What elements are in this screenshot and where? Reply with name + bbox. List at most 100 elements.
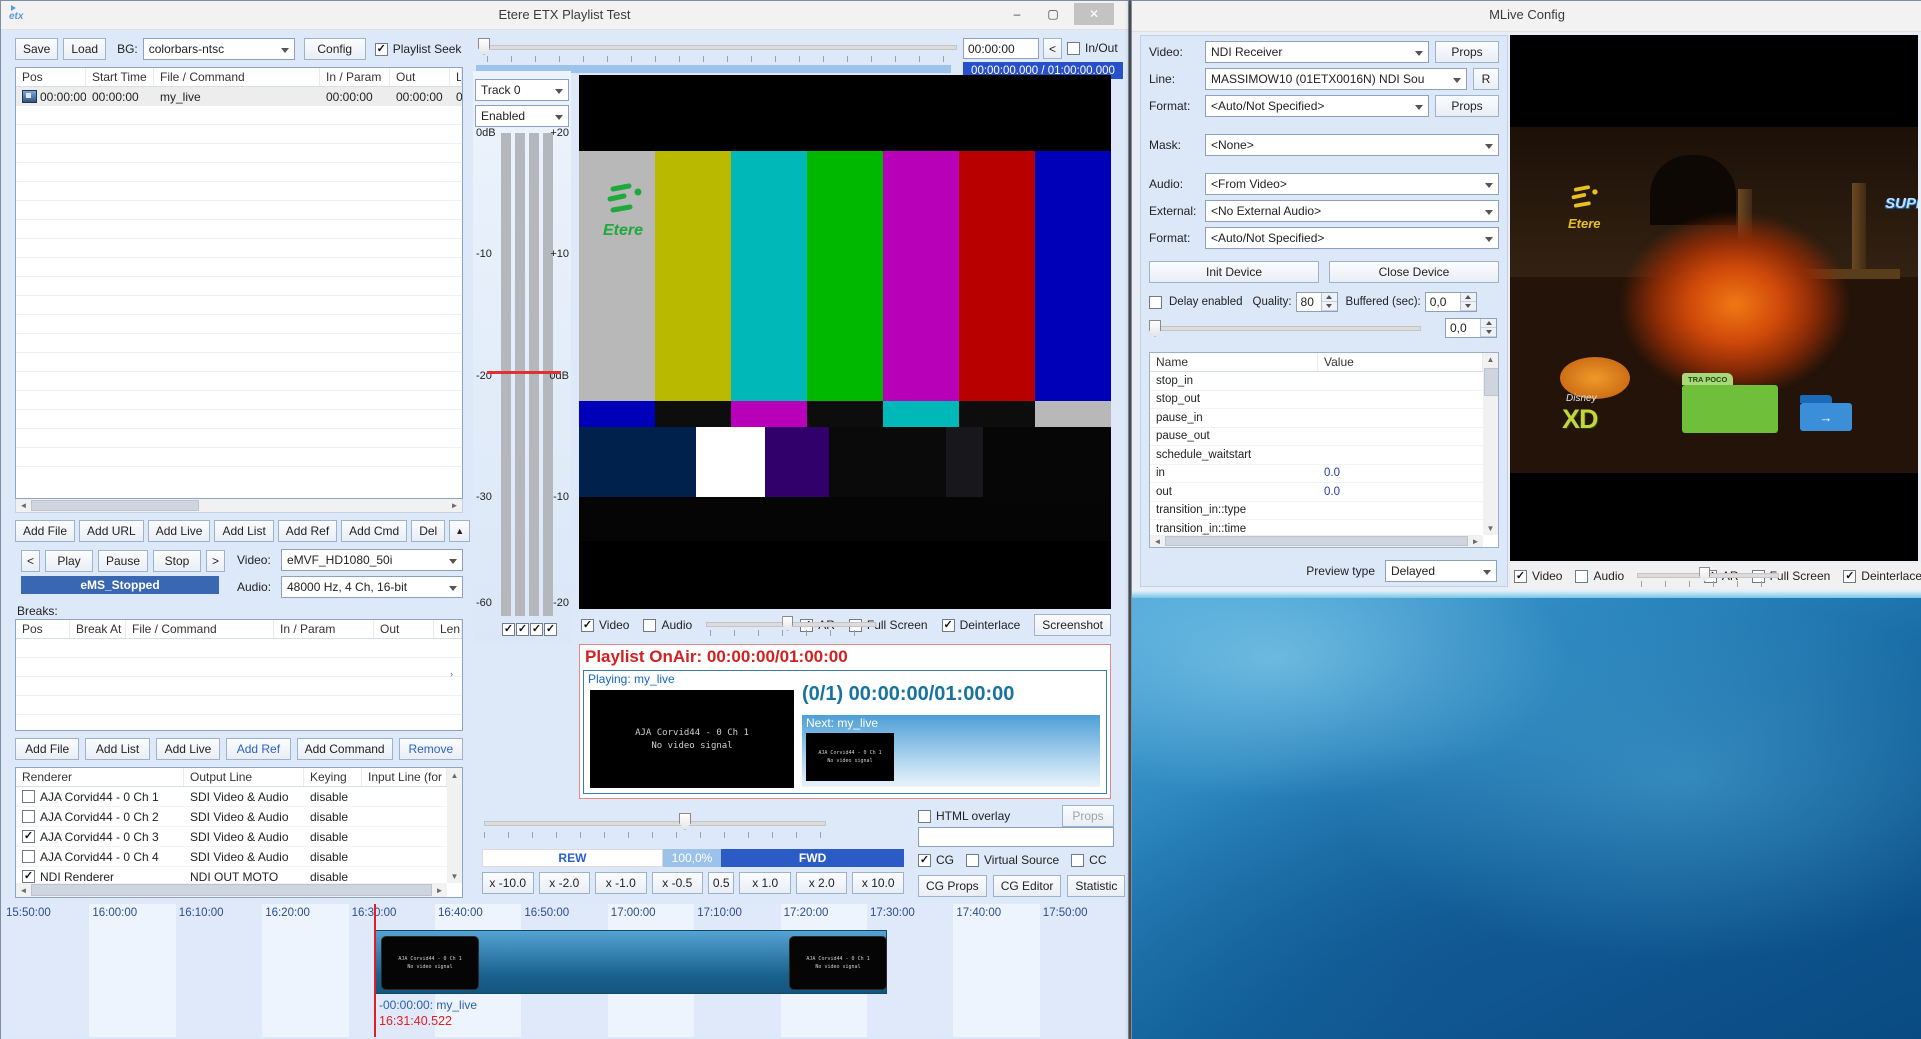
playlist-button-del[interactable]: Del bbox=[411, 520, 445, 542]
inout-checkbox[interactable] bbox=[1067, 42, 1080, 55]
schedule-timeline[interactable]: 15:50:0016:00:0016:10:0016:20:0016:30:00… bbox=[3, 904, 1126, 1037]
rw-titlebar[interactable]: MLive Config bbox=[1132, 1, 1921, 32]
scroll-down-icon[interactable]: ▼ bbox=[1483, 522, 1498, 535]
form-dropdown-3[interactable]: <None> bbox=[1205, 134, 1499, 156]
scroll-down-icon[interactable]: ▼ bbox=[447, 869, 462, 883]
scroll-up-icon[interactable]: ▲ bbox=[447, 768, 462, 782]
fwd-segment[interactable]: FWD bbox=[721, 849, 904, 867]
close-icon[interactable]: ✕ bbox=[1074, 3, 1114, 25]
init-device-button[interactable]: Init Device bbox=[1149, 261, 1319, 283]
form-dropdown-0[interactable]: NDI Receiver bbox=[1205, 41, 1429, 63]
scroll-right-icon[interactable]: ► bbox=[447, 499, 462, 512]
preview-video-checkbox[interactable]: ✓ bbox=[1514, 570, 1527, 583]
playlist-row[interactable]: 00:00:0000:00:00my_live00:00:0000:00:000… bbox=[16, 87, 462, 106]
audio-format-dropdown[interactable]: 48000 Hz, 4 Ch, 16-bit bbox=[281, 576, 463, 598]
renderer-row[interactable]: ✓NDI RendererNDI OUT MOTOdisable bbox=[16, 867, 447, 883]
renderer-row[interactable]: ✓AJA Corvid44 - 0 Ch 3SDI Video & Audiod… bbox=[16, 827, 447, 847]
enabled-dropdown[interactable]: Enabled bbox=[475, 105, 569, 127]
scroll-right-icon[interactable]: ► bbox=[1468, 535, 1483, 547]
scroll-up-icon[interactable]: ▲ bbox=[1483, 353, 1498, 366]
renderer-checkbox[interactable]: ✓ bbox=[22, 830, 35, 843]
playlist-button-add-ref[interactable]: Add Ref bbox=[278, 520, 337, 542]
scroll-thumb[interactable] bbox=[31, 500, 199, 510]
renderer-vscrollbar[interactable]: ▲ ▼ bbox=[447, 768, 462, 883]
playlist-button-add-live[interactable]: Add Live bbox=[148, 520, 211, 542]
cg-editor-button[interactable]: CG Editor bbox=[993, 875, 1062, 897]
grid-hscrollbar[interactable]: ◄ ► bbox=[1150, 535, 1483, 547]
load-button[interactable]: Load bbox=[63, 38, 106, 60]
audio-checkbox[interactable] bbox=[643, 619, 656, 632]
cg-text-input[interactable] bbox=[918, 827, 1114, 847]
maximize-icon[interactable]: ▢ bbox=[1038, 3, 1068, 25]
minimize-icon[interactable]: – bbox=[1002, 3, 1032, 25]
playlist-table[interactable]: PosStart TimeFile / CommandIn / ParamOut… bbox=[15, 67, 463, 499]
statistic-button[interactable]: Statistic bbox=[1067, 875, 1125, 897]
preview-type-dropdown[interactable]: Delayed bbox=[1385, 560, 1497, 582]
prev-button[interactable]: < bbox=[21, 550, 40, 572]
delay-stepper[interactable]: 0,0 bbox=[1445, 318, 1497, 338]
grid-vscrollbar[interactable]: ▲ ▼ bbox=[1483, 353, 1498, 535]
breaks-button-add-file[interactable]: Add File bbox=[15, 738, 79, 760]
next-button[interactable]: > bbox=[206, 550, 225, 572]
deinterlace-checkbox[interactable]: ✓ bbox=[942, 619, 955, 632]
cc-checkbox[interactable] bbox=[1071, 854, 1084, 867]
speed-button-10.0[interactable]: x -10.0 bbox=[482, 872, 534, 894]
shuttle-slider-track[interactable] bbox=[484, 821, 826, 826]
playlist-button-add-file[interactable]: Add File bbox=[15, 520, 75, 542]
grid-row[interactable]: pause_in bbox=[1150, 409, 1483, 428]
html-overlay-checkbox[interactable] bbox=[918, 810, 931, 823]
playlist-button-add-url[interactable]: Add URL bbox=[79, 520, 144, 542]
renderer-hscrollbar[interactable]: ◄ ► bbox=[16, 883, 447, 897]
preview-deinterlace-checkbox[interactable]: ✓ bbox=[1843, 570, 1856, 583]
playlist-cell-1[interactable]: 00:00:00 bbox=[86, 87, 154, 106]
seek-slider-track[interactable] bbox=[487, 45, 957, 50]
renderer-row[interactable]: AJA Corvid44 - 0 Ch 2SDI Video & Audiodi… bbox=[16, 807, 447, 827]
channel-3-checkbox[interactable]: ✓ bbox=[530, 623, 543, 636]
grid-row[interactable]: stop_out bbox=[1150, 391, 1483, 410]
row-up-button[interactable]: ▲ bbox=[449, 520, 470, 542]
live-video-preview[interactable]: Etere SUPE Disney XD TRA POCO → bbox=[1510, 35, 1918, 561]
scroll-thumb[interactable] bbox=[1484, 368, 1499, 396]
channel-2-checkbox[interactable]: ✓ bbox=[516, 623, 529, 636]
renderer-checkbox[interactable] bbox=[22, 790, 35, 803]
grid-row[interactable]: pause_out bbox=[1150, 428, 1483, 447]
speed-button-10.0[interactable]: x 10.0 bbox=[852, 872, 904, 894]
scroll-right-icon[interactable]: ► bbox=[432, 883, 447, 897]
grid-row[interactable]: in0.0 bbox=[1150, 465, 1483, 484]
playlist-button-add-cmd[interactable]: Add Cmd bbox=[341, 520, 407, 542]
playlist-cell-5[interactable]: 01:0 bbox=[450, 87, 462, 106]
speed-button-1.0[interactable]: x -1.0 bbox=[595, 872, 647, 894]
renderer-table[interactable]: RendererOutput LineKeyingInput Line (for… bbox=[15, 767, 463, 898]
delay-slider-track[interactable] bbox=[1151, 326, 1421, 331]
video-checkbox[interactable]: ✓ bbox=[581, 619, 594, 632]
breaks-button-add-list[interactable]: Add List bbox=[85, 738, 149, 760]
form-dropdown-4[interactable]: <From Video> bbox=[1205, 173, 1499, 195]
config-button[interactable]: Config bbox=[304, 38, 366, 60]
form-extra-button-1[interactable]: R bbox=[1473, 68, 1499, 90]
properties-grid[interactable]: NameValue stop_instop_outpause_inpause_o… bbox=[1149, 352, 1499, 548]
lw-titlebar[interactable]: etx Etere ETX Playlist Test – ▢ ✕ bbox=[1, 1, 1128, 30]
grid-row[interactable]: transition_in::type bbox=[1150, 502, 1483, 521]
grid-row[interactable]: out0.0 bbox=[1150, 483, 1483, 502]
seek-slider-thumb[interactable] bbox=[478, 38, 490, 55]
scroll-left-icon[interactable]: ◄ bbox=[16, 883, 31, 897]
grid-row[interactable]: schedule_waitstart bbox=[1150, 446, 1483, 465]
speed-button-2.0[interactable]: x 2.0 bbox=[796, 872, 848, 894]
save-button[interactable]: Save bbox=[15, 38, 58, 60]
preview-volume-slider[interactable] bbox=[1637, 565, 1691, 587]
delay-slider-thumb[interactable] bbox=[1149, 320, 1161, 337]
speed-button-1.0[interactable]: x 1.0 bbox=[739, 872, 791, 894]
screenshot-button[interactable]: Screenshot bbox=[1034, 614, 1111, 636]
playlist-cell-4[interactable]: 00:00:00 bbox=[390, 87, 450, 106]
renderer-checkbox[interactable] bbox=[22, 850, 35, 863]
virtual-source-checkbox[interactable] bbox=[966, 854, 979, 867]
renderer-row[interactable]: AJA Corvid44 - 0 Ch 1SDI Video & Audiodi… bbox=[16, 787, 447, 807]
close-device-button[interactable]: Close Device bbox=[1329, 261, 1499, 283]
preview-audio-checkbox[interactable] bbox=[1575, 570, 1588, 583]
time-back-button[interactable]: < bbox=[1043, 38, 1062, 59]
playlist-cell-0[interactable]: 00:00:00 bbox=[16, 87, 86, 106]
channel-4-checkbox[interactable]: ✓ bbox=[544, 623, 557, 636]
volume-slider[interactable] bbox=[706, 614, 786, 636]
form-extra-button-2[interactable]: Props bbox=[1435, 95, 1499, 117]
html-props-button[interactable]: Props bbox=[1062, 805, 1114, 827]
